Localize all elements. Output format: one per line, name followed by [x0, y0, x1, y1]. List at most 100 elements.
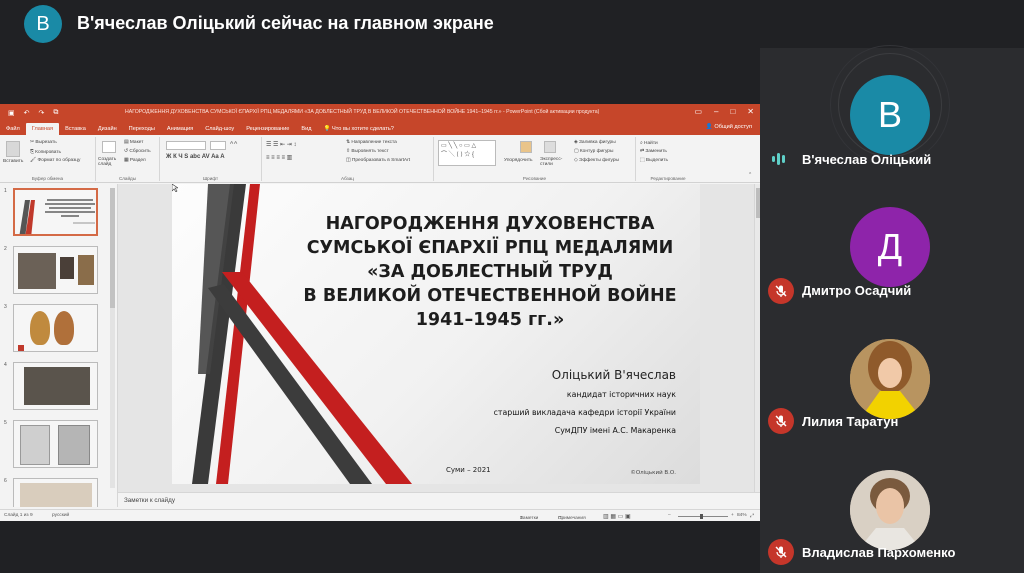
- ribbon-display-icon[interactable]: ▭: [694, 107, 702, 116]
- document-thumbnail: [58, 425, 90, 465]
- shape-outline-button[interactable]: ▢ Контур фигуры: [574, 149, 613, 154]
- copy-label: Копировать: [35, 150, 61, 155]
- section-button[interactable]: ▦ Раздел: [124, 158, 146, 163]
- collapse-ribbon-icon[interactable]: ⌃: [748, 173, 752, 178]
- slideshow-icon[interactable]: ⧉: [53, 109, 58, 117]
- save-icon[interactable]: ▣: [8, 109, 15, 117]
- language-indicator[interactable]: русский: [52, 513, 69, 518]
- font-name-field[interactable]: [166, 141, 206, 150]
- participant-tile[interactable]: Владислав Пархоменко: [760, 441, 1024, 572]
- shape-effects-button[interactable]: ◇ Эффекты фигуры: [574, 158, 619, 163]
- notes-pane[interactable]: Заметки к слайду: [118, 492, 760, 510]
- arrange-button[interactable]: Упорядочить: [504, 158, 533, 163]
- zoom-level[interactable]: 84%: [737, 513, 747, 518]
- redo-icon[interactable]: ↷: [39, 109, 45, 117]
- reset-button[interactable]: ↺ Сбросить: [124, 149, 151, 154]
- align-buttons[interactable]: ≡ ≡ ≡ ≡ ▥: [266, 154, 292, 161]
- photo-thumbnail: [18, 253, 56, 289]
- slide-position: старший викладача кафедри історії Україн…: [493, 408, 676, 417]
- zoom-slider[interactable]: [678, 516, 728, 517]
- replace-button[interactable]: ⇄ Заменить: [640, 149, 667, 154]
- view-buttons[interactable]: ▥ ▦ ▭ ▣: [603, 513, 631, 520]
- participant-tile[interactable]: В В'ячеслав Оліцький: [760, 45, 1024, 179]
- participant-tile[interactable]: Лилия Таратун: [760, 310, 1024, 441]
- shape-fill-button[interactable]: ◈ Заливка фигуры: [574, 140, 616, 145]
- minimize-icon[interactable]: –: [714, 107, 718, 116]
- list-buttons[interactable]: ☰ ☰ ⇤ ⇥ ↕: [266, 141, 296, 148]
- shared-screen[interactable]: ▣ ↶ ↷ ⧉ НАГОРОДЖЕННЯ ДУХОВЕНСТВА СУМСЬКО…: [0, 104, 760, 521]
- current-slide[interactable]: НАГОРОДЖЕННЯ ДУХОВЕНСТВА СУМСЬКОЇ ЄПАРХІ…: [172, 184, 700, 484]
- photo-thumbnail: [78, 255, 94, 285]
- slide-thumbnail-4[interactable]: [13, 362, 98, 410]
- scrollbar-knob[interactable]: [110, 188, 115, 308]
- accent-thumbnail: [18, 345, 24, 351]
- tab-review[interactable]: Рецензирование: [240, 123, 295, 135]
- maximize-icon[interactable]: □: [730, 107, 735, 116]
- medal-thumbnail: [54, 311, 74, 345]
- zoom-in-icon[interactable]: +: [731, 513, 734, 518]
- tab-design[interactable]: Дизайн: [92, 123, 123, 135]
- presenter-banner: В В'ячеслав Оліцький сейчас на главном э…: [0, 0, 1024, 48]
- new-slide-icon[interactable]: [102, 141, 116, 153]
- group-drawing: ▭ ╲ ╲ ○ ▭ △ ⌒ ╲ ⟨ ⟩ ☆ { Упорядочить Экспр…: [434, 137, 636, 181]
- share-button[interactable]: 👤 Общий доступ: [706, 124, 752, 130]
- select-button[interactable]: ⬚ Выделить: [640, 158, 668, 163]
- font-size-field[interactable]: [210, 141, 226, 150]
- slide-title-line: В ВЕЛИКОЙ ОТЕЧЕСТВЕННОЙ ВОЙНЕ: [303, 286, 677, 306]
- smartart-button[interactable]: ◫ Преобразовать в SmartArt: [346, 158, 410, 163]
- format-painter-label: Формат по образцу: [37, 158, 81, 163]
- close-icon[interactable]: ✕: [747, 107, 754, 116]
- tab-slideshow[interactable]: Слайд-шоу: [199, 123, 240, 135]
- new-slide-button[interactable]: Создать слайд: [98, 157, 122, 167]
- find-button[interactable]: ⌕ Найти: [640, 140, 658, 146]
- zoom-slider-knob[interactable]: [700, 514, 703, 519]
- thumb-number: 3: [4, 304, 7, 310]
- participant-name: Дмитро Осадчий: [802, 283, 912, 298]
- fit-slide-icon[interactable]: ⤢: [750, 513, 754, 519]
- slide-thumbnail-2[interactable]: [13, 246, 98, 294]
- slide-title-line: «ЗА ДОБЛЕСТНЫЙ ТРУД: [367, 262, 613, 282]
- slide-title-line: 1941–1945 гг.»: [415, 310, 565, 330]
- slide-thumbnail-5[interactable]: [13, 420, 98, 468]
- mouse-cursor-icon: [172, 184, 178, 192]
- layout-button[interactable]: ▤ Макет: [124, 140, 143, 145]
- tab-home[interactable]: Главная: [25, 123, 60, 135]
- cut-button[interactable]: ✂ Вырезать: [30, 140, 57, 145]
- copy-button[interactable]: ⎘ Копировать: [30, 149, 61, 155]
- tab-animation[interactable]: Анимация: [161, 123, 199, 135]
- slide-editing-area[interactable]: НАГОРОДЖЕННЯ ДУХОВЕНСТВА СУМСЬКОЇ ЄПАРХІ…: [118, 184, 760, 507]
- arrange-icon[interactable]: [520, 141, 532, 153]
- font-style-buttons[interactable]: Ж К Ч S abc AV Aa A: [166, 154, 225, 160]
- slide-thumbnail-1[interactable]: [13, 188, 98, 236]
- tab-view[interactable]: Вид: [295, 123, 317, 135]
- tab-file[interactable]: Файл: [0, 123, 26, 135]
- text-direction-button[interactable]: ⇅ Направление текста: [346, 140, 397, 145]
- format-painter-button[interactable]: 🖌 Формат по образцу: [30, 158, 80, 163]
- slide-thumbnail-6[interactable]: [13, 478, 98, 507]
- tab-insert[interactable]: Вставка: [59, 123, 92, 135]
- tell-me-box[interactable]: 💡 Что вы хотите сделать?: [318, 123, 400, 135]
- ribbon-home: Вставить ✂ Вырезать ⎘ Копировать 🖌 Форма…: [0, 135, 760, 183]
- grow-font-icon[interactable]: A A: [230, 141, 237, 146]
- align-text-button[interactable]: ⇳ Выровнять текст: [346, 149, 389, 154]
- paste-button[interactable]: Вставить: [3, 159, 23, 164]
- presenter-banner-title: В'ячеслав Оліцький сейчас на главном экр…: [77, 13, 494, 33]
- participant-tile[interactable]: Д Дмитро Осадчий: [760, 179, 1024, 310]
- quick-styles-icon[interactable]: [544, 141, 556, 153]
- slide-thumbnail-3[interactable]: [13, 304, 98, 352]
- undo-icon[interactable]: ↶: [24, 109, 30, 117]
- shape-effects-label: Эффекты фигуры: [579, 158, 620, 163]
- select-label: Выделить: [645, 158, 669, 163]
- quick-styles-button[interactable]: Экспресс-стили: [540, 157, 564, 167]
- find-label: Найти: [644, 141, 658, 146]
- layout-label: Макет: [129, 140, 144, 145]
- avatar: Д: [850, 207, 930, 287]
- tab-transitions[interactable]: Переходы: [123, 123, 161, 135]
- thumbnail-scrollbar[interactable]: [110, 188, 115, 488]
- paste-icon[interactable]: [6, 141, 20, 157]
- group-label-paragraph: Абзац: [341, 176, 354, 181]
- zoom-out-icon[interactable]: –: [668, 513, 671, 518]
- slide-author: Оліцький В'ячеслав: [551, 368, 676, 382]
- participant-name: В'ячеслав Оліцький: [802, 152, 932, 167]
- group-label-editing: Редактирование: [650, 176, 686, 181]
